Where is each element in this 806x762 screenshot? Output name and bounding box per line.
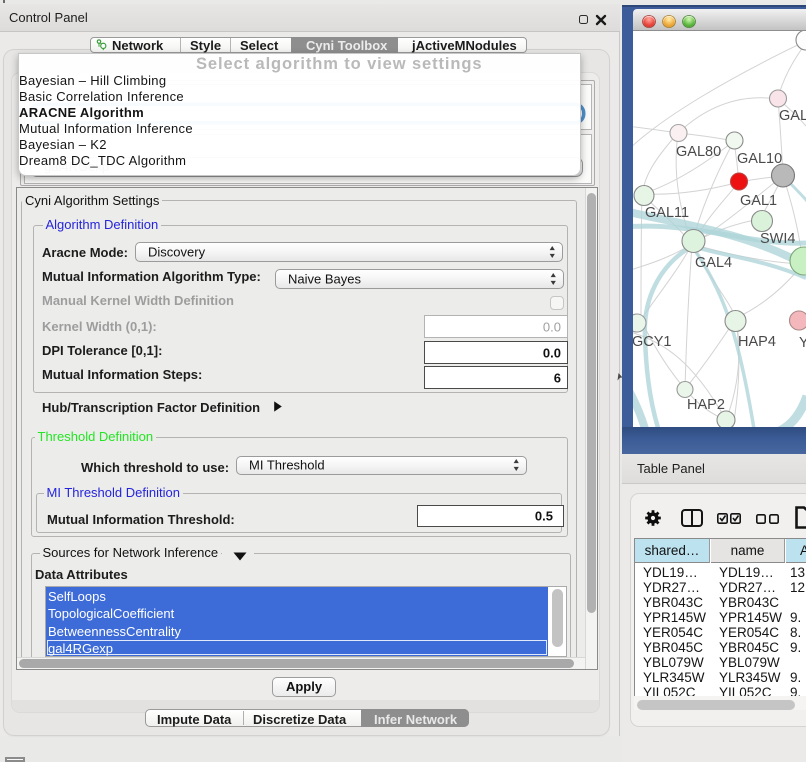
svg-text:GAL1: GAL1 <box>740 193 777 209</box>
svg-text:GAL10: GAL10 <box>737 151 782 167</box>
svg-text:GAL: GAL <box>779 108 806 124</box>
svg-text:HAP4: HAP4 <box>738 334 776 350</box>
svg-text:Y: Y <box>799 335 806 351</box>
svg-text:GCY1: GCY1 <box>633 334 672 350</box>
svg-text:SWI4: SWI4 <box>760 231 795 247</box>
svg-text:GAL4: GAL4 <box>695 255 732 271</box>
svg-text:HAP2: HAP2 <box>687 397 725 413</box>
svg-text:GAL11: GAL11 <box>645 205 689 221</box>
svg-text:GAL80: GAL80 <box>676 144 721 160</box>
